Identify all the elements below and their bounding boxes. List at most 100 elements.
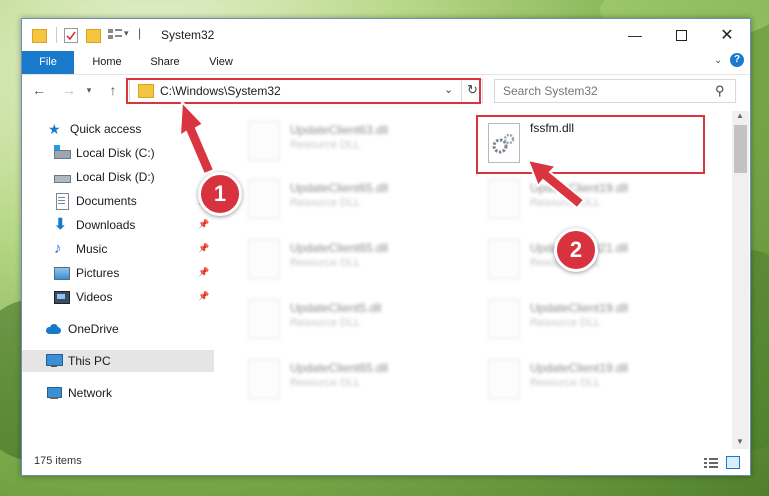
- properties-icon[interactable]: [64, 28, 78, 43]
- list-item[interactable]: UpdateClient65.dll Resource DLL: [244, 235, 464, 285]
- dll-file-icon: [248, 179, 280, 219]
- list-item[interactable]: UpdateClient19.dll Resource DLL: [484, 295, 704, 345]
- sidebar-item-label: Music: [76, 242, 108, 256]
- sidebar-item-label: Quick access: [70, 122, 142, 136]
- quick-access-dropdown-icon[interactable]: ▾: [124, 28, 129, 44]
- search-input[interactable]: [501, 83, 705, 99]
- expand-ribbon-icon[interactable]: ⌄: [714, 55, 722, 66]
- dll-file-icon: [248, 239, 280, 279]
- file-highlight-box: [476, 115, 705, 174]
- sidebar-item-onedrive[interactable]: OneDrive: [46, 318, 119, 340]
- up-arrow-icon: ↑: [109, 82, 117, 98]
- file-type: Resource DLL: [290, 377, 361, 389]
- sidebar-item-label: Downloads: [76, 218, 136, 232]
- sidebar-item-local-disk-c[interactable]: Local Disk (C:): [54, 142, 155, 164]
- list-item[interactable]: UpdateClient19.dll Resource DLL: [484, 355, 704, 405]
- sidebar-item-documents[interactable]: Documents: [54, 190, 137, 212]
- scroll-up-icon[interactable]: ▲: [736, 111, 744, 120]
- folder-icon: [32, 29, 47, 43]
- large-icons-view-icon[interactable]: [726, 456, 740, 469]
- help-icon[interactable]: ?: [730, 53, 744, 67]
- file-name: UpdateClient65.dll: [290, 241, 389, 255]
- file-name: UpdateClient5.dll: [290, 301, 382, 315]
- title-divider: |: [138, 26, 142, 40]
- scrollbar-thumb[interactable]: [734, 125, 747, 173]
- scroll-down-icon[interactable]: ▼: [736, 437, 744, 446]
- pin-icon[interactable]: 📌: [198, 267, 209, 278]
- pin-icon[interactable]: 📌: [198, 291, 209, 302]
- sidebar-item-label: Local Disk (D:): [76, 170, 155, 184]
- sidebar-item-downloads[interactable]: ⬇ Downloads: [54, 214, 135, 236]
- list-item[interactable]: UpdateClient5.dll Resource DLL: [244, 295, 464, 345]
- file-name: UpdateClient65.dll: [290, 361, 389, 375]
- documents-icon: [54, 193, 70, 210]
- file-name: UpdateClient19.dll: [530, 181, 629, 195]
- file-name: UpdateClient65.dll: [290, 181, 389, 195]
- dll-file-icon: [488, 239, 520, 279]
- separator: [56, 27, 57, 43]
- title-bar: ▾ | System32 — ✕: [22, 19, 750, 51]
- maximize-button[interactable]: [658, 19, 704, 51]
- pictures-icon: [54, 265, 70, 281]
- sidebar-item-label: Local Disk (C:): [76, 146, 155, 160]
- file-name: UpdateClient63.dll: [290, 123, 389, 137]
- tab-share[interactable]: Share: [142, 51, 188, 74]
- file-type: Resource DLL: [530, 377, 601, 389]
- sidebar-item-this-pc[interactable]: This PC: [22, 350, 214, 372]
- new-folder-icon[interactable]: [86, 29, 101, 43]
- sidebar-item-label: Network: [68, 386, 113, 400]
- pin-icon[interactable]: 📌: [198, 219, 209, 230]
- drive-icon: [54, 169, 71, 185]
- drive-icon: [54, 145, 71, 161]
- dll-file-icon: [488, 299, 520, 339]
- minimize-button[interactable]: —: [612, 19, 658, 51]
- navigation-pane: ★ Quick access Local Disk (C:) Local Dis…: [22, 115, 214, 445]
- sidebar-item-music[interactable]: ♪ Music: [54, 238, 107, 260]
- close-button[interactable]: ✕: [704, 19, 750, 51]
- download-icon: ⬇: [54, 216, 67, 233]
- sidebar-item-label: OneDrive: [68, 322, 119, 336]
- step-badge-1: 1: [198, 172, 242, 216]
- tab-view[interactable]: View: [198, 51, 244, 74]
- minimize-icon: —: [628, 27, 642, 43]
- sidebar-item-videos[interactable]: Videos: [54, 286, 112, 308]
- ribbon-tabs: File Home Share View ⌄ ?: [22, 51, 750, 75]
- sidebar-item-network[interactable]: Network: [46, 382, 112, 404]
- star-icon: ★: [48, 121, 61, 137]
- back-button[interactable]: ←: [28, 79, 50, 101]
- customize-icon[interactable]: [108, 28, 122, 41]
- file-type: Resource DLL: [290, 197, 361, 209]
- list-item[interactable]: UpdateClient63.dll Resource DLL: [244, 117, 464, 167]
- list-item[interactable]: UpdateClient65.dll Resource DLL: [244, 175, 464, 225]
- recent-locations-button[interactable]: ▾: [82, 79, 96, 101]
- status-bar: 175 items: [22, 451, 750, 475]
- sidebar-item-label: This PC: [68, 354, 111, 368]
- tab-file[interactable]: File: [22, 51, 74, 74]
- tab-home[interactable]: Home: [84, 51, 130, 74]
- list-item[interactable]: UpdateClient19.dll Resource DLL: [484, 175, 704, 225]
- up-button[interactable]: ↑: [102, 79, 124, 101]
- sidebar-item-quick-access[interactable]: ★ Quick access: [48, 118, 141, 140]
- dll-file-icon: [488, 179, 520, 219]
- item-count: 175 items: [34, 455, 82, 467]
- pin-icon[interactable]: 📌: [198, 243, 209, 254]
- forward-arrow-icon: →: [62, 82, 76, 98]
- dll-file-icon: [488, 359, 520, 399]
- dll-file-icon: [248, 299, 280, 339]
- search-box[interactable]: ⚲: [494, 79, 736, 103]
- file-type: Resource DLL: [530, 197, 601, 209]
- vertical-scrollbar[interactable]: ▲ ▼: [732, 111, 749, 449]
- close-icon: ✕: [720, 27, 734, 44]
- list-item[interactable]: UpdateClient65.dll Resource DLL: [244, 355, 464, 405]
- sidebar-item-pictures[interactable]: Pictures: [54, 262, 119, 284]
- sidebar-item-label: Pictures: [76, 266, 120, 280]
- forward-button[interactable]: →: [58, 79, 80, 101]
- cloud-icon: [46, 321, 62, 337]
- step-badge-2: 2: [554, 228, 598, 272]
- file-type: Resource DLL: [290, 257, 361, 269]
- file-type: Resource DLL: [290, 139, 361, 151]
- sidebar-item-local-disk-d[interactable]: Local Disk (D:): [54, 166, 155, 188]
- details-view-icon[interactable]: [704, 457, 718, 469]
- network-icon: [46, 385, 62, 401]
- address-highlight-box: [126, 78, 481, 104]
